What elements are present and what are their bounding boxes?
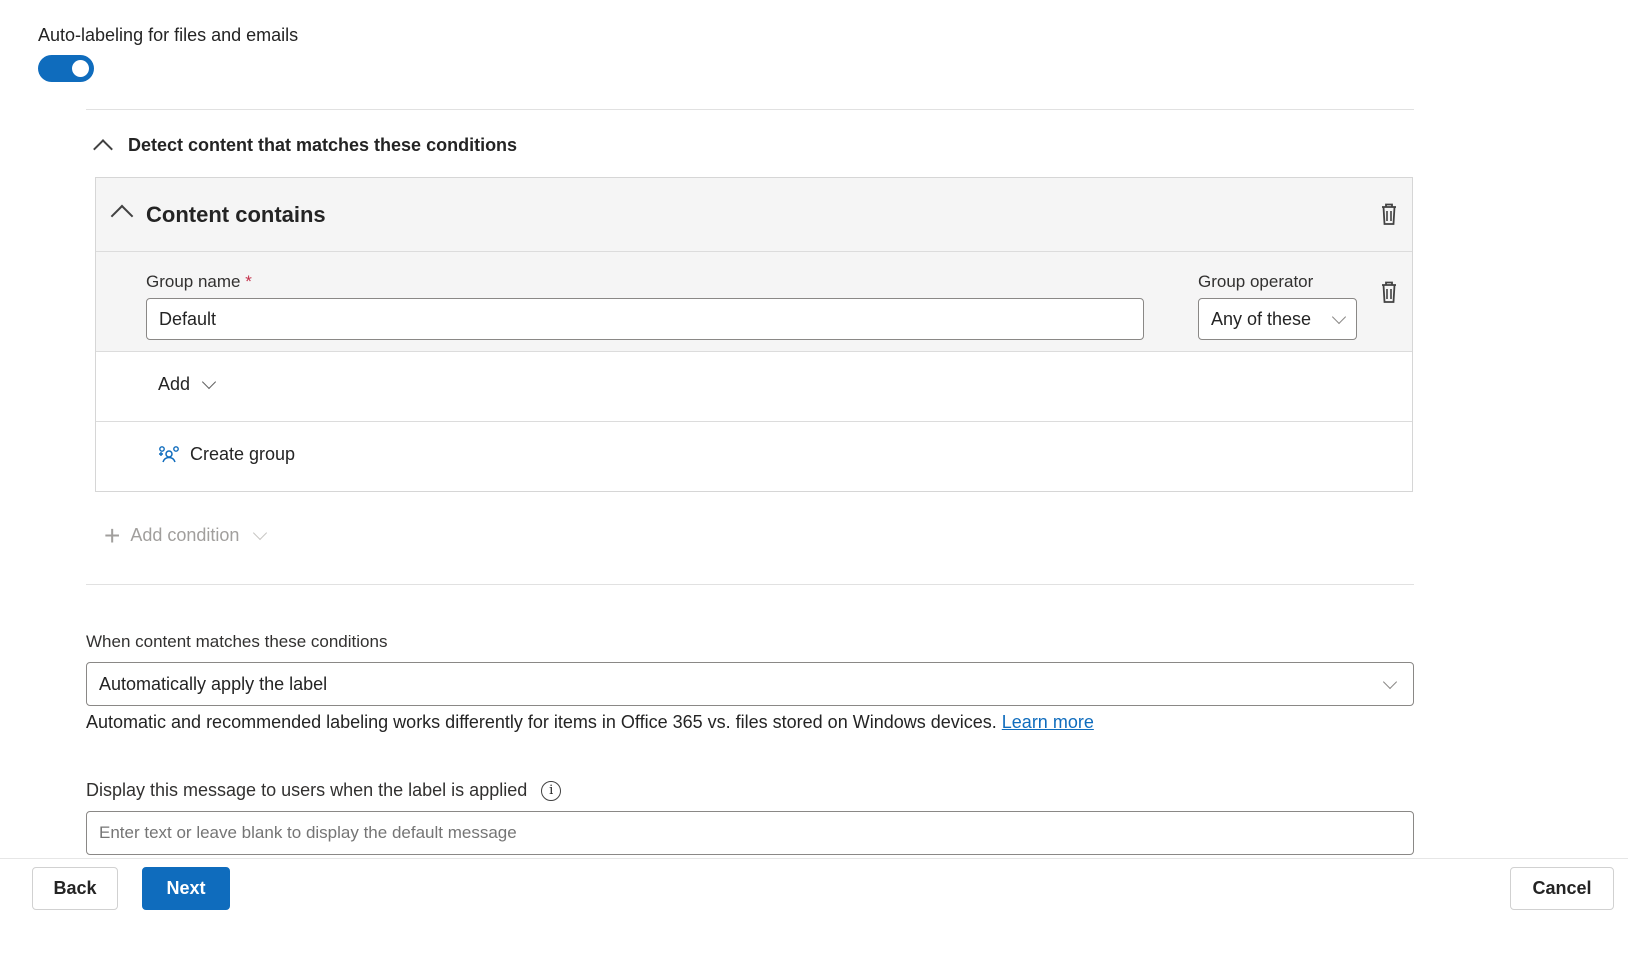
divider: [86, 584, 1414, 585]
toggle-knob: [72, 60, 89, 77]
detect-section-title: Detect content that matches these condit…: [128, 134, 518, 155]
create-group-icon: [159, 445, 179, 462]
content-contains-header[interactable]: Content contains: [96, 178, 1412, 252]
chevron-up-icon: [93, 139, 113, 159]
chevron-down-icon: [1331, 309, 1347, 324]
info-icon[interactable]: i: [541, 780, 562, 801]
chevron-up-icon: [110, 204, 134, 228]
auto-labeling-toggle[interactable]: [38, 55, 94, 82]
add-dropdown-button[interactable]: Add: [158, 374, 217, 395]
add-label: Add: [158, 374, 191, 394]
divider: [86, 109, 1414, 110]
create-group-button[interactable]: Create group: [158, 444, 295, 465]
create-group-label: Create group: [190, 444, 296, 464]
chevron-down-icon: [253, 525, 268, 541]
auto-labeling-label: Auto-labeling for files and emails: [38, 25, 299, 45]
group-row: Group name * Default Group operator Any …: [96, 252, 1412, 352]
next-button[interactable]: Next: [142, 867, 230, 910]
chevron-down-icon: [201, 374, 217, 390]
content-contains-card: Content contains Group name * Default Gr…: [95, 177, 1413, 492]
message-label: Display this message to users when the l…: [86, 780, 528, 800]
message-input[interactable]: [86, 811, 1414, 855]
content-contains-title: Content contains: [146, 202, 326, 227]
required-marker: *: [245, 272, 252, 291]
learn-more-link[interactable]: Learn more: [1002, 712, 1094, 732]
group-operator-select[interactable]: Any of these: [1198, 298, 1357, 340]
plus-icon: +: [104, 519, 121, 551]
group-name-label: Group name *: [146, 272, 252, 291]
action-select[interactable]: Automatically apply the label: [86, 662, 1414, 706]
message-label-row: Display this message to users when the l…: [86, 780, 562, 801]
group-name-input[interactable]: Default: [146, 298, 1144, 340]
action-select-value: Automatically apply the label: [99, 673, 328, 694]
footer-bar: Back Next Cancel: [0, 858, 1628, 955]
add-condition-button[interactable]: + Add condition: [104, 519, 268, 551]
add-condition-label: Add condition: [130, 525, 240, 545]
action-helper: Automatic and recommended labeling works…: [86, 712, 1094, 733]
action-helper-text: Automatic and recommended labeling works…: [86, 712, 997, 732]
chevron-down-icon: [1382, 674, 1398, 689]
back-button[interactable]: Back: [32, 867, 118, 910]
group-operator-value: Any of these: [1211, 308, 1312, 329]
delete-group-icon[interactable]: [1379, 280, 1399, 304]
create-group-row: Create group: [96, 422, 1412, 492]
delete-condition-icon[interactable]: [1379, 202, 1399, 226]
group-operator-label: Group operator: [1198, 272, 1314, 291]
add-row: Add: [96, 352, 1412, 422]
detect-section-header[interactable]: Detect content that matches these condit…: [93, 134, 518, 159]
action-label: When content matches these conditions: [86, 632, 388, 651]
cancel-button[interactable]: Cancel: [1510, 867, 1614, 910]
